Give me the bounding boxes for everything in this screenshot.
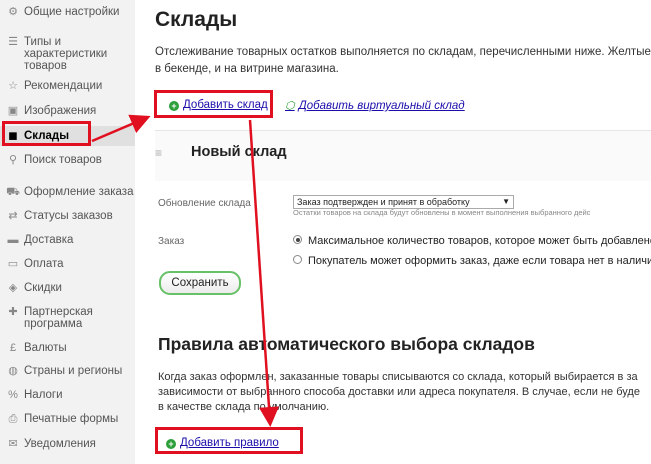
annotation-arrows xyxy=(91,114,279,427)
annotation-arrow-2 xyxy=(248,119,279,427)
annotation-arrow-1 xyxy=(91,114,151,143)
